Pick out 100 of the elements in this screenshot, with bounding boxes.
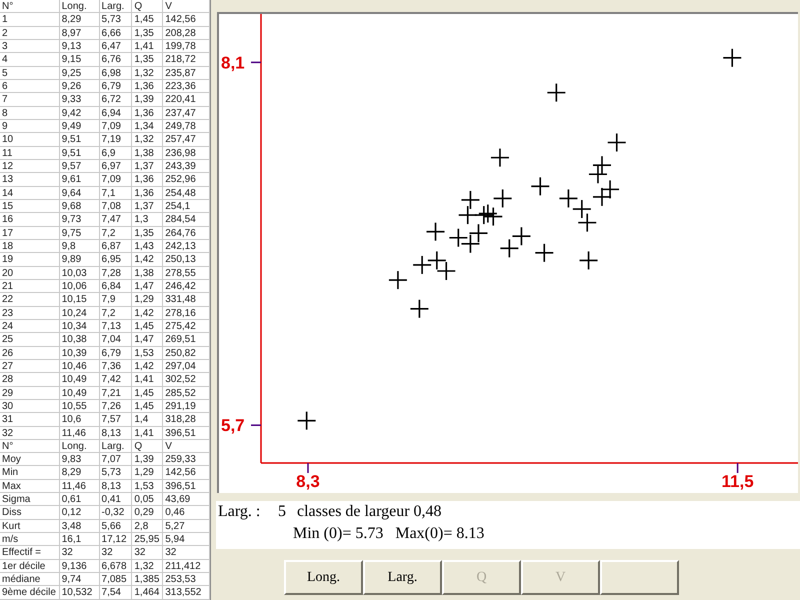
- table-cell: 1,38: [132, 266, 164, 279]
- table-cell: 1,41: [132, 373, 164, 386]
- table-cell: 236,98: [163, 146, 210, 159]
- table-cell: 7: [0, 93, 60, 106]
- column-header: Long.: [60, 440, 100, 452]
- table-cell: 9,33: [60, 93, 100, 106]
- table-cell: 16,1: [60, 533, 100, 546]
- table-cell: 2: [0, 26, 60, 39]
- column-header: Long.: [60, 0, 100, 12]
- table-cell: 313,552: [163, 586, 210, 599]
- toolbar-button[interactable]: Larg.: [363, 560, 442, 595]
- data-point: [593, 188, 611, 206]
- column-header: Larg.: [100, 0, 132, 12]
- data-point: [500, 239, 518, 258]
- table-cell: 1,38: [132, 146, 164, 159]
- data-point: [298, 412, 316, 430]
- data-point: [512, 227, 530, 246]
- table-cell: 9,51: [60, 146, 100, 159]
- table-cell: 7,26: [100, 400, 132, 412]
- table-cell: -0,32: [100, 506, 132, 519]
- table-cell: 6,9: [100, 146, 132, 159]
- table-cell: 1,385: [132, 573, 164, 586]
- table-cell: 1,35: [132, 26, 164, 39]
- tick-label: 8,1: [221, 53, 245, 72]
- table-cell: 26: [0, 346, 60, 359]
- table-cell: 331,48: [163, 293, 210, 306]
- table-cell: 12: [0, 160, 60, 172]
- table-cell: 22: [0, 293, 60, 306]
- column-header: V: [163, 440, 210, 452]
- tick-label: 8,3: [296, 472, 320, 491]
- table-cell: 1,39: [132, 453, 164, 466]
- table-cell: 25,95: [132, 533, 164, 546]
- table-cell: 9,75: [60, 226, 100, 239]
- table-cell: 269,51: [163, 333, 210, 346]
- table-cell: 9,49: [60, 120, 100, 132]
- table-cell: 7,085: [100, 573, 132, 586]
- tick-label: 5,7: [221, 416, 245, 436]
- table-cell: 302,52: [163, 373, 210, 386]
- table-cell: 1,29: [132, 293, 164, 306]
- table-cell: 15: [0, 200, 60, 212]
- data-point: [588, 165, 607, 184]
- data-point: [410, 300, 428, 318]
- data-point: [449, 228, 468, 247]
- table-cell: 10,24: [60, 306, 100, 319]
- data-point: [494, 189, 512, 208]
- table-cell: 396,51: [163, 480, 210, 492]
- table-cell: Diss: [0, 506, 60, 519]
- axis-label: Larg. :: [218, 502, 262, 522]
- table-cell: 3: [0, 40, 60, 52]
- data-point: [426, 222, 445, 241]
- table-cell: 8,13: [100, 480, 132, 492]
- data-point: [593, 156, 611, 174]
- table-cell: 7,08: [100, 200, 132, 212]
- column-header: V: [163, 0, 210, 12]
- table-cell: 32: [163, 546, 210, 559]
- table-cell: 6,79: [100, 80, 132, 92]
- table-cell: Max: [0, 480, 60, 492]
- table-cell: 17: [0, 226, 60, 239]
- table-cell: 10,55: [60, 400, 100, 412]
- table-cell: 254,1: [163, 200, 210, 212]
- table-cell: 10,6: [60, 413, 100, 426]
- column-header: Q: [132, 0, 164, 12]
- table-cell: 1er décile: [0, 560, 60, 572]
- table-cell: 1,41: [132, 426, 164, 439]
- table-cell: 275,42: [163, 320, 210, 332]
- table-cell: 10,03: [60, 266, 100, 279]
- table-cell: 32: [100, 546, 132, 559]
- table-cell: 1,36: [132, 80, 164, 92]
- table-cell: 18: [0, 240, 60, 252]
- table-cell: 7,2: [100, 226, 132, 239]
- data-point: [413, 256, 432, 274]
- table-cell: 7,19: [100, 133, 132, 146]
- table-cell: 9,13: [60, 40, 100, 52]
- table-cell: 9,25: [60, 66, 100, 79]
- table-cell: 1,45: [132, 320, 164, 332]
- table-cell: 1,29: [132, 466, 164, 479]
- table-cell: 9ème décile: [0, 586, 60, 599]
- table-cell: 1,36: [132, 106, 164, 119]
- table-cell: Min: [0, 466, 60, 479]
- data-point: [572, 200, 591, 218]
- table-cell: 6,678: [100, 560, 132, 572]
- table-cell: 9,89: [60, 253, 100, 266]
- table-cell: 9,73: [60, 213, 100, 226]
- table-cell: 10,49: [60, 386, 100, 399]
- table-cell: 278,16: [163, 306, 210, 319]
- data-point: [388, 271, 407, 290]
- table-cell: 30: [0, 400, 60, 412]
- table-cell: 10,49: [60, 373, 100, 386]
- table-cell: 8: [0, 106, 60, 119]
- table-cell: 6: [0, 80, 60, 92]
- table-cell: 7,21: [100, 386, 132, 399]
- table-cell: 250,13: [163, 253, 210, 266]
- toolbar-button[interactable]: Long.: [284, 560, 363, 595]
- table-cell: Effectif =: [0, 546, 60, 559]
- table-cell: 1,37: [132, 160, 164, 172]
- table-cell: 6,66: [100, 26, 132, 39]
- table-cell: 11: [0, 146, 60, 159]
- table-cell: 7,04: [100, 333, 132, 346]
- toolbar-button[interactable]: [600, 560, 679, 595]
- table-cell: 5: [0, 66, 60, 79]
